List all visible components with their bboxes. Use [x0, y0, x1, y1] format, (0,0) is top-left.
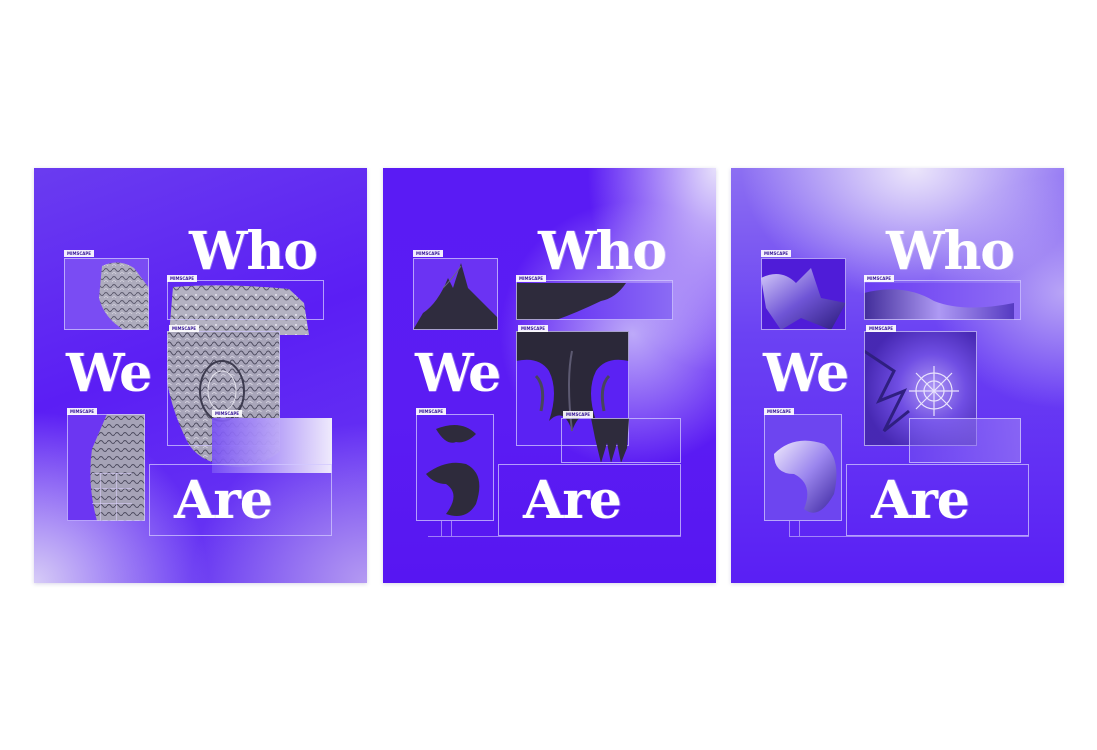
- brand-tag: MIMSCAPE: [764, 408, 795, 415]
- grid-line: [92, 488, 132, 489]
- tile-frame: [413, 258, 498, 330]
- brand-tag: MIMSCAPE: [761, 250, 792, 257]
- grid-line: [428, 536, 681, 537]
- brand-tag: MIMSCAPE: [416, 408, 447, 415]
- tile-frame: [764, 414, 842, 521]
- headline-are: Are: [871, 470, 970, 531]
- brand-tag: MIMSCAPE: [518, 325, 549, 332]
- grid-line: [789, 536, 1029, 537]
- brand-tag: MIMSCAPE: [67, 408, 98, 415]
- brand-tag: MIMSCAPE: [563, 411, 594, 418]
- grid-line: [799, 521, 800, 536]
- headline-who: Who: [886, 221, 1015, 282]
- poster-chrome: MIMSCAPE MIMSCAPE MIMSCAPE MIMSCAPE Who …: [731, 168, 1064, 583]
- grid-line: [100, 473, 101, 521]
- brand-tag: MIMSCAPE: [169, 325, 200, 332]
- tile-frame: [67, 414, 145, 521]
- tile-frame: [516, 280, 673, 320]
- tile-frame: [167, 280, 324, 320]
- headline-are: Are: [523, 470, 622, 531]
- headline-we: We: [66, 343, 152, 404]
- grid-line: [116, 473, 117, 521]
- brand-tag: MIMSCAPE: [64, 250, 95, 257]
- headline-who: Who: [538, 221, 667, 282]
- tile-frame: [761, 258, 846, 330]
- headline-we: We: [763, 343, 849, 404]
- tile-frame: [909, 418, 1021, 463]
- brand-tag: MIMSCAPE: [866, 325, 897, 332]
- grid-line: [451, 521, 452, 536]
- poster-stone: MIMSCAPE MIMSCAPE MIMSCAPE MIMSCAPE MIMS…: [34, 168, 367, 583]
- headline-are: Are: [174, 470, 273, 531]
- brand-tag: MIMSCAPE: [413, 250, 444, 257]
- grid-line: [92, 473, 132, 474]
- headline-who: Who: [189, 221, 318, 282]
- brand-tag: MIMSCAPE: [212, 410, 243, 417]
- tile-frame: [64, 258, 149, 330]
- grid-line: [789, 521, 790, 536]
- grid-line: [441, 521, 442, 536]
- grid-line: [92, 503, 132, 504]
- headline-we: We: [415, 343, 501, 404]
- tile-frame: [561, 418, 681, 463]
- tile-frame: [864, 280, 1021, 320]
- poster-dark-sculpture: MIMSCAPE MIMSCAPE MIMSCAPE MIMSCAPE MIMS…: [383, 168, 716, 583]
- tile-frame: [416, 414, 494, 521]
